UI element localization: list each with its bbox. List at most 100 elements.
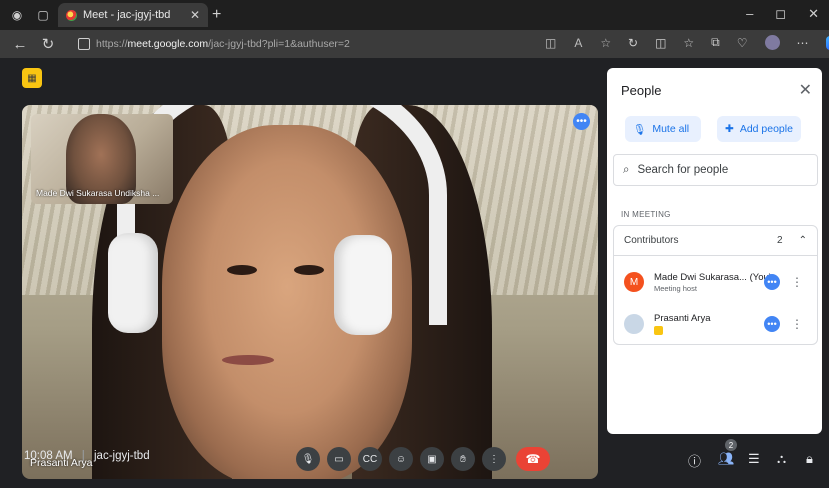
eye-right	[294, 265, 324, 275]
participant-role: Meeting host	[654, 283, 697, 293]
url-tools: ◫ A ☆	[545, 36, 611, 50]
tab-strip: ◉ ▢ Meet - jac-jgyj-tbd ✕ + – ◻ ✕	[0, 0, 829, 30]
contributors-label: Contributors	[624, 235, 679, 246]
camera-icon: ▭	[334, 453, 344, 465]
add-people-button[interactable]: ✚ Add people	[717, 116, 801, 142]
more-vert-icon: ⋮	[489, 453, 499, 465]
more-icon[interactable]: ⋯	[797, 36, 809, 50]
read-aloud-icon[interactable]: A	[574, 36, 582, 50]
url-prefix: https://	[96, 38, 128, 50]
participant-activity-icon: •••	[764, 316, 780, 332]
tab-actions-icon[interactable]: ▢	[34, 6, 52, 24]
panel-close-icon[interactable]: ✕	[799, 80, 812, 100]
meeting-details-icon[interactable]: ⓘ	[688, 451, 701, 470]
search-people-field[interactable]: ⌕ Search for people	[613, 154, 818, 186]
contributors-group: Contributors 2 ⌃ M Made Dwi Sukarasa... …	[613, 225, 818, 345]
chevron-up-icon[interactable]: ⌃	[799, 235, 807, 246]
people-icon[interactable]: 👥︎	[718, 451, 735, 467]
meeting-separator: |	[81, 450, 85, 462]
window-controls: – ◻ ✕	[746, 6, 819, 22]
refresh-icon[interactable]: ↻	[40, 35, 56, 53]
avatar: M	[624, 272, 644, 292]
activities-icon[interactable]: ⛬	[777, 451, 786, 467]
back-icon[interactable]: ←	[12, 36, 28, 53]
browser-chrome: ◉ ▢ Meet - jac-jgyj-tbd ✕ + – ◻ ✕	[0, 0, 829, 30]
copilot-icon[interactable]	[825, 35, 829, 50]
participant-row[interactable]: Prasanti Arya ••• ⋮	[614, 306, 817, 342]
meeting-controls-bar: 10:08 AM | jac-jgyj-tbd 🎙︎ ▭ CC ☺ ▣ ✋︎ ⋮…	[0, 430, 829, 488]
chat-icon[interactable]: ☰	[748, 451, 760, 467]
emoji-icon: ☺	[395, 453, 407, 465]
present-icon: ▣	[427, 453, 437, 465]
host-controls-icon[interactable]: ▦	[22, 68, 42, 88]
restore-icon[interactable]: ◻	[775, 6, 786, 22]
earcup-right	[334, 235, 392, 335]
tab-meet[interactable]: Meet - jac-jgyj-tbd ✕	[58, 3, 208, 27]
participant-name: Made Dwi Sukarasa... (You)	[654, 271, 772, 283]
mute-all-label: Mute all	[652, 123, 690, 135]
favorite-icon[interactable]: ☆	[600, 36, 611, 50]
participant-info: Made Dwi Sukarasa... (You) Meeting host	[654, 272, 772, 293]
present-button[interactable]: ▣	[420, 447, 444, 471]
window-close-icon[interactable]: ✕	[808, 6, 819, 22]
self-video-tile[interactable]: Made Dwi Sukarasa Undiksha ...	[31, 114, 173, 204]
url-path: /jac-jgyj-tbd?pli=1&authuser=2	[208, 38, 350, 50]
meet-favicon-icon	[66, 9, 77, 21]
lock-icon	[78, 38, 90, 50]
add-people-label: Add people	[739, 123, 793, 135]
captions-button[interactable]: CC	[358, 447, 382, 471]
meet-app: ▦ Made Dwi Sukarasa Undiksha ... ••• Pra…	[0, 58, 829, 488]
earcup-left	[108, 233, 158, 333]
url-field[interactable]: https://meet.google.com/jac-jgyj-tbd?pli…	[78, 35, 618, 53]
panel-title: People	[621, 83, 662, 98]
participant-menu-icon[interactable]: ⋮	[791, 275, 803, 289]
participant-menu-icon[interactable]: ⋮	[791, 317, 803, 331]
microphone-icon: 🎙︎	[301, 453, 315, 465]
profile-icon[interactable]: ◉	[8, 6, 26, 24]
leave-call-button[interactable]: ☎	[516, 447, 550, 471]
tab-title: Meet - jac-jgyj-tbd	[83, 9, 171, 21]
mouth	[222, 355, 274, 365]
camera-button[interactable]: ▭	[327, 447, 351, 471]
favorites-icon[interactable]: ☆	[683, 36, 694, 50]
participant-name: Prasanti Arya	[654, 313, 711, 324]
split-screen-icon[interactable]: ◫	[655, 36, 666, 50]
participant-info: Prasanti Arya	[654, 313, 711, 335]
tab-close-icon[interactable]: ✕	[190, 8, 200, 22]
people-panel: People ✕ 🎙︎ Mute all ✚ Add people ⌕ Sear…	[607, 68, 822, 434]
add-person-icon: ✚	[725, 123, 734, 135]
hand-icon: ✋︎	[460, 453, 466, 465]
people-count-badge: 2	[725, 439, 737, 451]
raise-hand-button[interactable]: ✋︎	[451, 447, 475, 471]
minimize-icon[interactable]: –	[746, 6, 753, 22]
search-icon: ⌕	[623, 163, 630, 176]
meeting-code: jac-jgyj-tbd	[94, 450, 150, 462]
meeting-time: 10:08 AM	[24, 450, 73, 462]
host-controls-lock-icon[interactable]: 🔒︎	[806, 451, 813, 467]
extensions-bar: ↻ ◫ ☆ ⧉ ♡ ⋯	[628, 35, 829, 50]
cohost-badge-icon	[654, 326, 663, 335]
url-host: meet.google.com	[127, 38, 209, 50]
phone-hangup-icon: ☎	[525, 452, 541, 466]
collections-icon[interactable]: ⧉	[711, 35, 720, 50]
extension-icon[interactable]: ↻	[628, 36, 638, 50]
contributors-header[interactable]: Contributors 2 ⌃	[614, 226, 817, 256]
self-video-label: Made Dwi Sukarasa Undiksha ...	[36, 188, 160, 198]
more-options-button[interactable]: ⋮	[482, 447, 506, 471]
user-avatar[interactable]	[764, 35, 780, 50]
emoji-button[interactable]: ☺	[389, 447, 413, 471]
participant-row[interactable]: M Made Dwi Sukarasa... (You) Meeting hos…	[614, 264, 817, 300]
participant-activity-icon: •••	[764, 274, 780, 290]
meeting-info: 10:08 AM | jac-jgyj-tbd	[24, 450, 150, 462]
tile-more-options-button[interactable]: •••	[573, 113, 590, 130]
microphone-button[interactable]: 🎙︎	[296, 447, 320, 471]
in-meeting-label: IN MEETING	[621, 210, 671, 219]
captions-icon: CC	[362, 453, 378, 465]
browser-essentials-icon[interactable]: ♡	[737, 36, 748, 50]
new-tab-icon[interactable]: +	[212, 6, 221, 24]
camera-icon[interactable]: ◫	[545, 36, 556, 50]
avatar	[624, 314, 644, 334]
main-video-tile[interactable]: Made Dwi Sukarasa Undiksha ... ••• Prasa…	[22, 105, 598, 479]
mute-all-button[interactable]: 🎙︎ Mute all	[625, 116, 701, 142]
search-placeholder: Search for people	[637, 164, 729, 176]
